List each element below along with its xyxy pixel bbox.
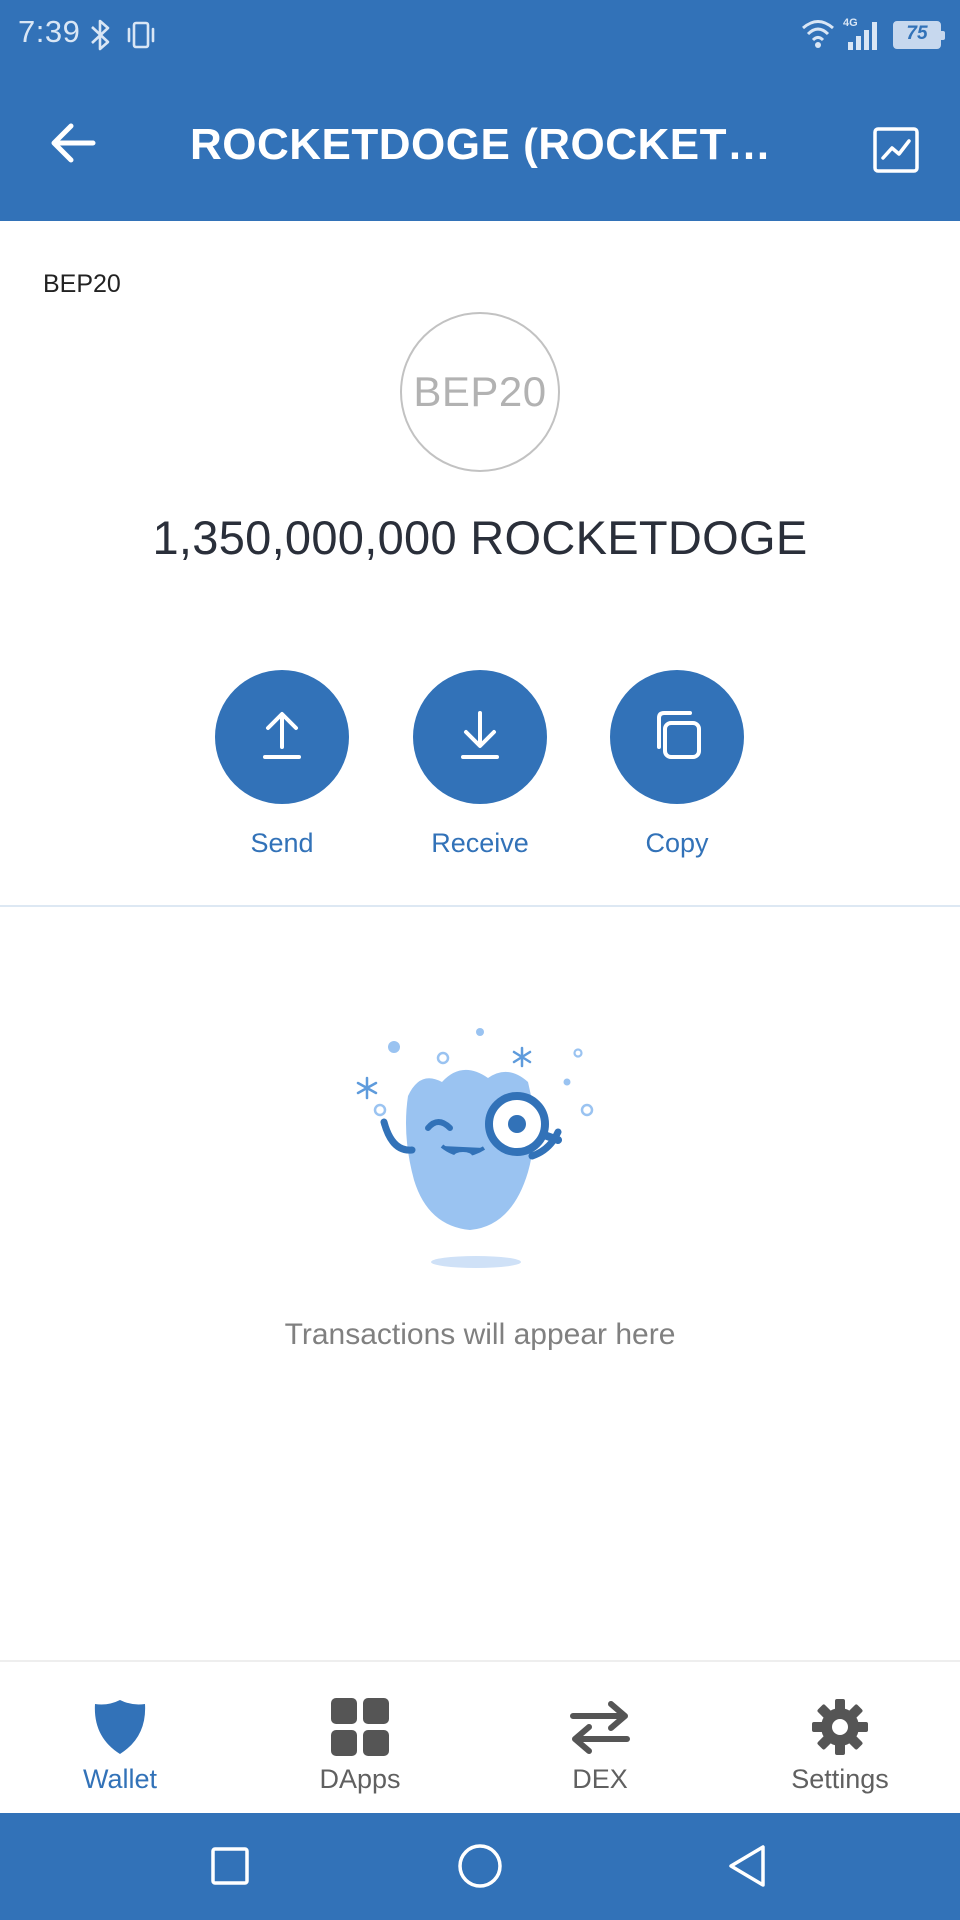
status-time: 7:39 bbox=[18, 14, 81, 49]
page-title: ROCKETDOGE (ROCKETDOGE) bbox=[190, 120, 790, 169]
price-chart-button[interactable] bbox=[862, 118, 930, 186]
nav-item-settings[interactable]: Settings bbox=[720, 1662, 960, 1815]
home-circle-icon bbox=[456, 1842, 504, 1895]
nav-item-dapps[interactable]: DApps bbox=[240, 1662, 480, 1815]
nav-item-dex[interactable]: DEX bbox=[480, 1662, 720, 1815]
grid-icon bbox=[325, 1692, 395, 1762]
back-triangle-icon bbox=[725, 1843, 769, 1894]
upload-arrow-icon bbox=[260, 709, 304, 766]
copy-circle[interactable] bbox=[610, 670, 744, 804]
chart-line-icon bbox=[872, 126, 920, 179]
empty-state-message: Transactions will appear here bbox=[284, 1318, 676, 1351]
gear-icon bbox=[805, 1692, 875, 1762]
copy-icon bbox=[650, 708, 704, 767]
receive-circle[interactable] bbox=[413, 670, 547, 804]
empty-state-illustration bbox=[350, 1020, 610, 1270]
nav-item-wallet[interactable]: Wallet bbox=[0, 1662, 240, 1815]
token-balance: 1,350,000,000 ROCKETDOGE bbox=[152, 511, 808, 564]
send-circle[interactable] bbox=[215, 670, 349, 804]
vibrate-icon bbox=[124, 18, 158, 57]
copy-label: Copy bbox=[645, 828, 709, 858]
system-navigation-bar bbox=[0, 1813, 960, 1920]
receive-label: Receive bbox=[431, 828, 529, 858]
signal-icon: 4G bbox=[840, 16, 884, 57]
copy-button[interactable]: Copy bbox=[610, 670, 744, 859]
network-type-label: 4G bbox=[843, 17, 858, 29]
back-button[interactable] bbox=[38, 110, 108, 180]
section-divider bbox=[0, 905, 960, 907]
swap-arrows-icon bbox=[565, 1692, 635, 1762]
battery-icon: 75 bbox=[893, 21, 945, 49]
nav-label-wallet: Wallet bbox=[82, 1764, 157, 1794]
bottom-navigation: Wallet DApps DEX Settings bbox=[0, 1660, 960, 1813]
send-label: Send bbox=[250, 828, 314, 858]
nav-label-dex: DEX bbox=[572, 1764, 628, 1794]
arrow-left-icon bbox=[49, 121, 97, 170]
wifi-icon bbox=[800, 16, 836, 55]
download-arrow-icon bbox=[458, 709, 502, 766]
token-logo: BEP20 bbox=[400, 312, 560, 472]
nav-label-settings: Settings bbox=[791, 1764, 889, 1794]
recents-square-icon bbox=[210, 1846, 250, 1891]
status-bar: 7:39 4G 75 bbox=[0, 0, 960, 70]
recents-button[interactable] bbox=[205, 1843, 255, 1893]
bluetooth-icon bbox=[88, 18, 114, 57]
network-label: BEP20 bbox=[43, 270, 121, 298]
system-back-button[interactable] bbox=[722, 1843, 772, 1893]
home-button[interactable] bbox=[455, 1843, 505, 1893]
shield-icon bbox=[85, 1692, 155, 1762]
token-logo-text: BEP20 bbox=[413, 368, 547, 415]
nav-label-dapps: DApps bbox=[319, 1764, 401, 1794]
receive-button[interactable]: Receive bbox=[413, 670, 547, 859]
top-bar: 7:39 4G 75 ROCKETDOGE (ROCKETDO bbox=[0, 0, 960, 221]
battery-level: 75 bbox=[906, 23, 928, 44]
send-button[interactable]: Send bbox=[215, 670, 349, 859]
